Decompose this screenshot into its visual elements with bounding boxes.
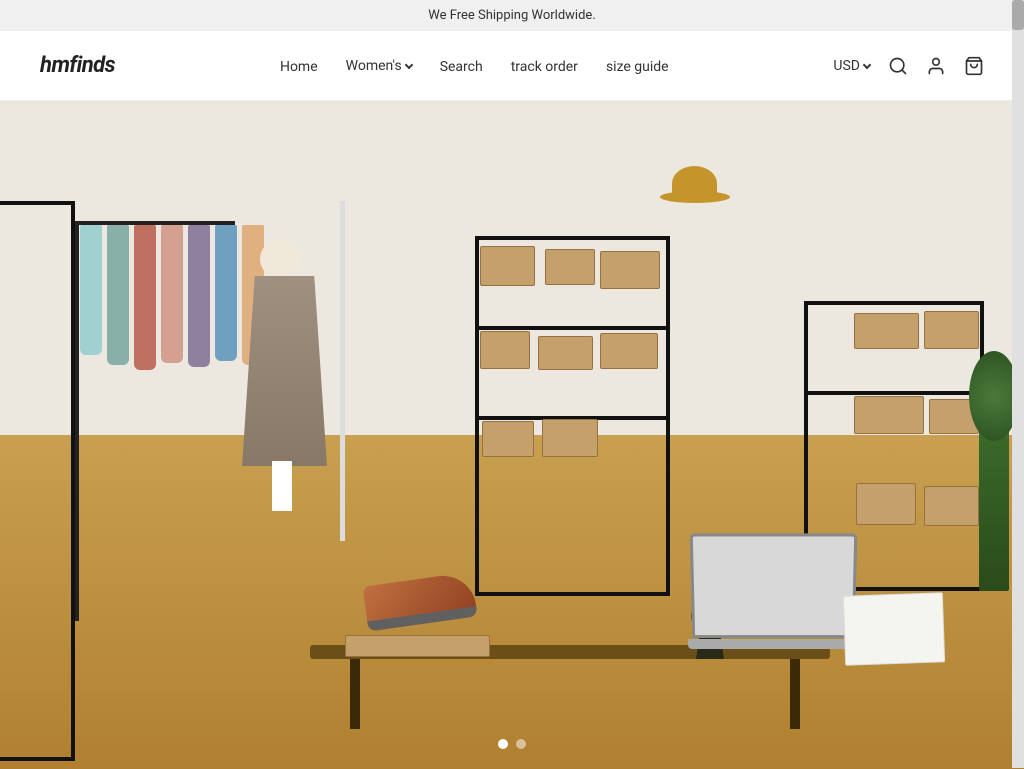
mannequin-head <box>260 239 300 279</box>
search-icon[interactable] <box>888 56 908 76</box>
nav-womens[interactable]: Women's <box>346 58 412 74</box>
slider-dots <box>498 739 526 749</box>
scrollbar[interactable] <box>1012 0 1024 768</box>
primary-nav: Home Women's Search track order size gui… <box>280 56 669 75</box>
shelf-box-7 <box>482 421 534 457</box>
shoe-sole <box>367 606 477 631</box>
garment-1 <box>80 225 102 355</box>
slider-dot-1[interactable] <box>498 739 508 749</box>
right-shelf-box-6 <box>856 483 916 525</box>
garment-4 <box>161 225 183 363</box>
mannequin-stand <box>272 461 292 511</box>
clothing-rack-pole <box>75 221 79 621</box>
shoe-display <box>365 579 475 639</box>
nav-track-order[interactable]: track order <box>511 59 578 75</box>
currency-chevron-icon <box>863 60 871 68</box>
right-shelf-box-5 <box>924 486 979 526</box>
hat-brim <box>660 191 730 203</box>
hat-display <box>660 161 730 211</box>
center-shelf-bar-1 <box>475 326 670 330</box>
right-shelf-box-4 <box>854 396 924 434</box>
clothing-rack-garments <box>80 225 264 370</box>
shoe-shape <box>362 572 477 632</box>
right-shelf-box-1 <box>924 311 979 349</box>
nav-search[interactable]: Search <box>440 59 483 75</box>
corner-plant-trunk <box>979 431 1009 591</box>
hero-section <box>0 101 1024 769</box>
announcement-bar: We Free Shipping Worldwide. <box>0 0 1024 31</box>
left-shelf-unit <box>0 201 75 761</box>
laptop <box>691 534 856 649</box>
shelf-box-3 <box>600 251 660 289</box>
right-shelf-bar <box>804 391 984 395</box>
currency-selector[interactable]: USD <box>833 58 870 74</box>
garment-5 <box>188 225 210 367</box>
shelf-box-1 <box>480 246 535 286</box>
mannequin-dress <box>242 276 327 466</box>
slider-dot-2[interactable] <box>516 739 526 749</box>
scrollbar-thumb[interactable] <box>1012 0 1024 30</box>
display-table-leg-left <box>350 659 360 729</box>
shelf-box-4 <box>480 331 530 369</box>
nav-size-guide[interactable]: size guide <box>606 59 669 75</box>
garment-2 <box>107 225 129 365</box>
nav-home[interactable]: Home <box>280 59 318 75</box>
logo[interactable]: hmfinds <box>40 53 115 78</box>
shelf-box-2 <box>545 249 595 285</box>
garment-3 <box>134 225 156 370</box>
shelf-box-5 <box>538 336 593 370</box>
notebook-on-table <box>843 592 945 665</box>
display-table-leg-right <box>790 659 800 729</box>
nav-icons: USD <box>833 56 984 76</box>
curtain-divider <box>340 201 345 541</box>
header: hmfinds Home Women's Search track order … <box>0 31 1024 101</box>
hero-scene <box>0 101 1024 769</box>
garment-6 <box>215 225 237 361</box>
announcement-text: We Free Shipping Worldwide. <box>428 8 596 23</box>
womens-chevron-icon <box>404 60 412 68</box>
shelf-box-8 <box>542 419 598 457</box>
cart-icon[interactable] <box>964 56 984 76</box>
currency-value: USD <box>833 58 860 74</box>
right-shelf-box-2 <box>854 313 919 349</box>
laptop-screen <box>690 533 858 638</box>
shelf-box-6 <box>600 333 658 369</box>
account-icon[interactable] <box>926 56 946 76</box>
laptop-keyboard <box>688 639 858 649</box>
